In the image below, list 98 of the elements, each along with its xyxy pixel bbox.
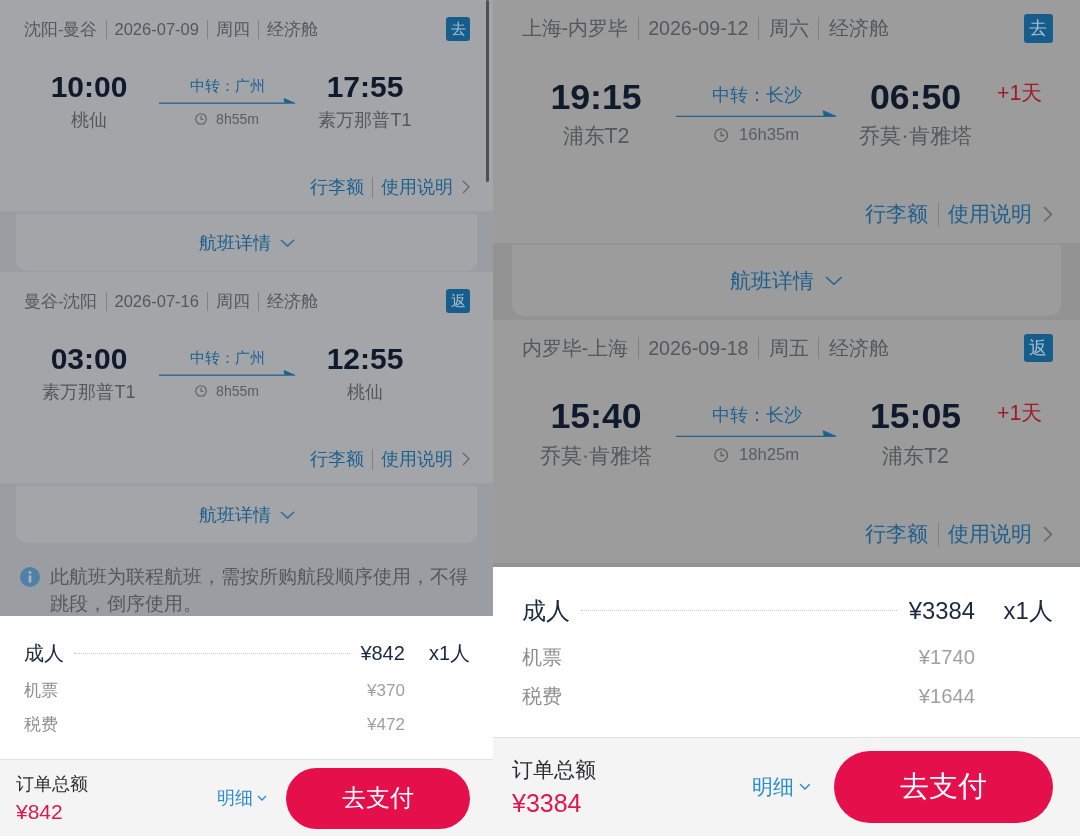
chevron-right-icon [1043,526,1053,543]
route-label: 上海-内罗毕 [521,16,629,41]
route-label: 内罗毕-上海 [521,335,629,361]
passenger-count: x1人 [1003,595,1053,626]
cabin-class: 经济舱 [828,335,889,361]
arrival-airport: 素万那普T1 [318,109,412,132]
flight-details-bar[interactable]: 航班详情 [16,486,477,543]
flight-date: 2026-09-18 [648,335,749,361]
trip-link[interactable]: 使用说明 [948,200,1033,229]
chevron-down-icon [824,275,843,286]
transfer-label: 中转：长沙 [711,83,802,107]
chevron-down-icon [257,795,267,801]
weekday-label: 周六 [768,16,809,41]
flight-details-bar[interactable]: 航班详情 [16,214,477,271]
trip-link[interactable]: 行李额 [310,447,364,471]
route-arrow-icon [676,108,837,117]
cabin-class: 经济舱 [828,16,889,41]
clock-icon [195,385,208,397]
clock-icon [713,447,729,462]
trip-link[interactable]: 行李额 [310,175,364,199]
arrival-time: 12:55 [326,342,404,376]
chevron-right-icon [1043,206,1053,223]
transfer-label: 中转：广州 [189,76,265,96]
arrival-airport: 乔莫·肯雅塔 [859,122,972,150]
trip-direction-badge: 返 [446,289,470,313]
order-total-amount: ¥3384 [512,789,583,818]
notice-text: 此航班为联程航班，需按所购航段顺序使用，不得跳段，倒序使用。 [50,565,469,616]
flight-duration: 18h25m [738,444,800,466]
departure-time: 15:40 [550,396,642,437]
pay-button[interactable]: 去支付 [286,767,470,829]
chevron-down-icon [279,510,295,519]
trip-link[interactable]: 使用说明 [948,520,1033,549]
departure-airport: 乔莫·肯雅塔 [539,442,653,470]
arrival-airport: 浦东T2 [882,442,950,470]
flight-duration: 8h55m [216,382,259,400]
passenger-type: 成人 [521,595,570,626]
details-toggle[interactable]: 明细 [217,786,267,810]
flight-date: 2026-07-16 [114,291,199,312]
departure-time: 19:15 [550,76,642,117]
departure-airport: 浦东T2 [562,122,630,150]
trip-link[interactable]: 使用说明 [381,447,453,471]
info-icon [20,566,40,587]
arrival-time: 17:55 [326,70,404,104]
transfer-label: 中转：长沙 [711,403,802,427]
clock-icon [195,113,208,125]
order-total-amount: ¥842 [16,800,64,824]
weekday-label: 周四 [215,19,250,40]
fare-total: ¥842 [360,641,405,666]
passenger-count: x1人 [428,641,470,666]
cabin-class: 经济舱 [266,19,318,40]
flight-duration: 16h35m [738,124,800,146]
order-total-label: 订单总额 [16,773,88,796]
transfer-label: 中转：广州 [189,348,265,368]
order-total-label: 订单总额 [512,757,597,784]
chevron-right-icon [462,452,470,466]
departure-airport: 桃仙 [71,109,107,132]
fare-total: ¥3384 [908,595,975,626]
flight-details-bar[interactable]: 航班详情 [512,244,1061,316]
pay-button[interactable]: 去支付 [833,750,1053,824]
arrival-time: 06:50 [869,76,962,117]
trip-link[interactable]: 使用说明 [381,175,453,199]
arrival-airport: 桃仙 [347,381,383,404]
fare-item-amount: ¥1644 [918,684,975,710]
departure-airport: 素万那普T1 [42,381,136,404]
departure-time: 03:00 [50,342,128,376]
flight-date: 2026-07-09 [114,19,199,40]
fare-item-label: 税费 [521,684,563,710]
fare-item-amount: ¥472 [367,714,405,736]
next-day-label: +1天 [996,79,1043,107]
route-label: 曼谷-沈阳 [24,291,98,312]
details-toggle[interactable]: 明细 [752,772,812,802]
fare-item-amount: ¥1740 [918,644,975,670]
next-day-label: +1天 [996,399,1043,427]
trip-link[interactable]: 行李额 [865,200,929,229]
fare-item-label: 税费 [24,714,59,736]
arrival-time: 15:05 [869,396,962,437]
route-label: 沈阳-曼谷 [24,19,98,40]
route-arrow-icon [159,369,295,376]
cabin-class: 经济舱 [266,291,318,312]
departure-time: 10:00 [50,70,128,104]
fare-item-label: 机票 [521,644,563,670]
weekday-label: 周五 [768,335,809,361]
route-arrow-icon [159,97,295,104]
weekday-label: 周四 [215,291,250,312]
chevron-down-icon [279,238,295,247]
chevron-right-icon [462,180,470,194]
clock-icon [713,127,729,142]
trip-direction-badge: 去 [446,17,470,41]
chevron-down-icon [799,783,812,791]
flight-duration: 8h55m [216,110,259,128]
trip-direction-badge: 去 [1024,14,1053,43]
trip-direction-badge: 返 [1024,333,1053,363]
flight-date: 2026-09-12 [648,16,749,41]
trip-link[interactable]: 行李额 [865,520,929,549]
fare-item-amount: ¥370 [367,680,405,702]
passenger-type: 成人 [24,641,64,666]
route-arrow-icon [676,428,837,437]
fare-item-label: 机票 [24,680,59,702]
